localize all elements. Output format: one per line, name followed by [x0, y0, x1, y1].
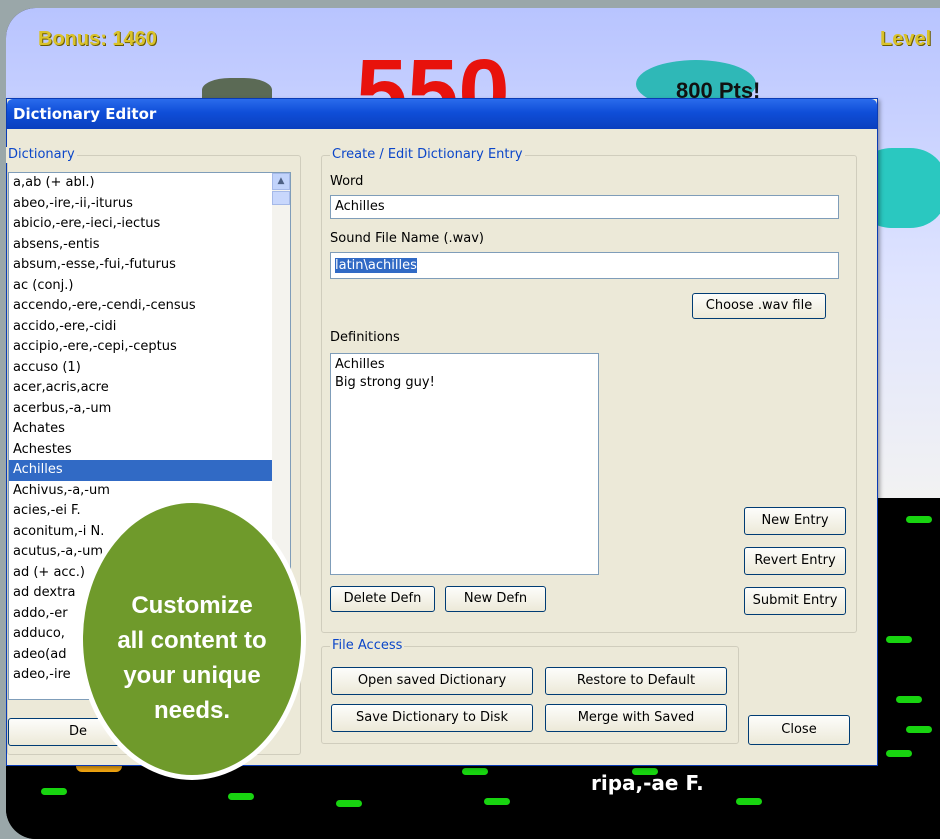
promo-line: needs.	[153, 697, 231, 724]
save-dictionary-button[interactable]: Save Dictionary to Disk	[331, 704, 533, 732]
new-defn-button[interactable]: New Defn	[445, 586, 546, 612]
choose-wav-button[interactable]: Choose .wav file	[692, 293, 826, 319]
close-button[interactable]: Close	[748, 715, 850, 745]
restore-default-button[interactable]: Restore to Default	[545, 667, 727, 695]
pellet	[886, 750, 912, 757]
pellet	[41, 788, 67, 795]
dictionary-list-item[interactable]: Achates	[9, 419, 290, 440]
sound-file-field[interactable]: latin\achilles	[330, 252, 839, 279]
pellet	[228, 793, 254, 800]
open-saved-dictionary-button[interactable]: Open saved Dictionary	[331, 667, 533, 695]
definitions-label: Definitions	[330, 330, 400, 345]
pellet	[336, 800, 362, 807]
bonus-counter: Bonus: 1460	[38, 28, 157, 50]
dictionary-list-item[interactable]: accuso (1)	[9, 358, 290, 379]
pellet	[886, 636, 912, 643]
delete-defn-button[interactable]: Delete Defn	[330, 586, 435, 612]
pellet	[906, 516, 932, 523]
dictionary-list-item[interactable]: accipio,-ere,-cepi,-ceptus	[9, 337, 290, 358]
level-indicator: Level	[880, 28, 932, 50]
dictionary-list-item[interactable]: abicio,-ere,-ieci,-iectus	[9, 214, 290, 235]
promo-text: Customize all content to your unique nee…	[78, 588, 306, 728]
definition-line: Big strong guy!	[335, 375, 435, 390]
dictionary-list-item[interactable]: acerbus,-a,-um	[9, 399, 290, 420]
revert-entry-button[interactable]: Revert Entry	[744, 547, 846, 575]
pellet	[462, 768, 488, 775]
entry-group-label: Create / Edit Dictionary Entry	[330, 147, 525, 163]
sound-file-label: Sound File Name (.wav)	[330, 231, 485, 246]
word-label: Word	[330, 174, 364, 189]
file-access-label: File Access	[330, 638, 405, 654]
pellet	[736, 798, 762, 805]
promo-badge: Customize all content to your unique nee…	[78, 498, 306, 780]
promo-line: your unique	[123, 662, 261, 689]
dictionary-list-item[interactable]: acer,acris,acre	[9, 378, 290, 399]
definition-line: Achilles	[335, 357, 385, 372]
pellet	[484, 798, 510, 805]
dictionary-list-item[interactable]: Achestes	[9, 440, 290, 461]
merge-saved-button[interactable]: Merge with Saved	[545, 704, 727, 732]
definitions-textarea[interactable]: Achilles Big strong guy!	[330, 353, 599, 575]
new-entry-button[interactable]: New Entry	[744, 507, 846, 535]
window-title: Dictionary Editor	[13, 105, 157, 123]
dictionary-list-item[interactable]: a,ab (+ abl.)	[9, 173, 290, 194]
dictionary-list-item[interactable]: accido,-ere,-cidi	[9, 317, 290, 338]
dictionary-list-item[interactable]: Achilles	[9, 460, 290, 481]
game-screen: Bonus: 1460 Level 550 800 Pts! nk ripa,-…	[6, 8, 940, 839]
pellet	[906, 726, 932, 733]
screenshot-frame: Bonus: 1460 Level 550 800 Pts! nk ripa,-…	[0, 0, 940, 839]
dictionary-list-item[interactable]: accendo,-ere,-cendi,-census	[9, 296, 290, 317]
word-field[interactable]: Achilles	[330, 195, 839, 219]
sound-file-value: latin\achilles	[335, 258, 417, 273]
promo-line: all content to	[117, 627, 267, 654]
scroll-thumb[interactable]	[272, 191, 290, 205]
dictionary-group-label: Dictionary	[6, 147, 77, 163]
promo-line: Customize	[131, 592, 253, 619]
scroll-up-icon[interactable]: ▲	[272, 173, 290, 190]
dictionary-list-item[interactable]: absum,-esse,-fui,-futurus	[9, 255, 290, 276]
dictionary-list-item[interactable]: abeo,-ire,-ii,-iturus	[9, 194, 290, 215]
dictionary-list-item[interactable]: absens,-entis	[9, 235, 290, 256]
pellet	[896, 696, 922, 703]
title-bar[interactable]: Dictionary Editor	[7, 99, 877, 129]
pellet	[632, 768, 658, 775]
submit-entry-button[interactable]: Submit Entry	[744, 587, 846, 615]
dictionary-list-item[interactable]: ac (conj.)	[9, 276, 290, 297]
